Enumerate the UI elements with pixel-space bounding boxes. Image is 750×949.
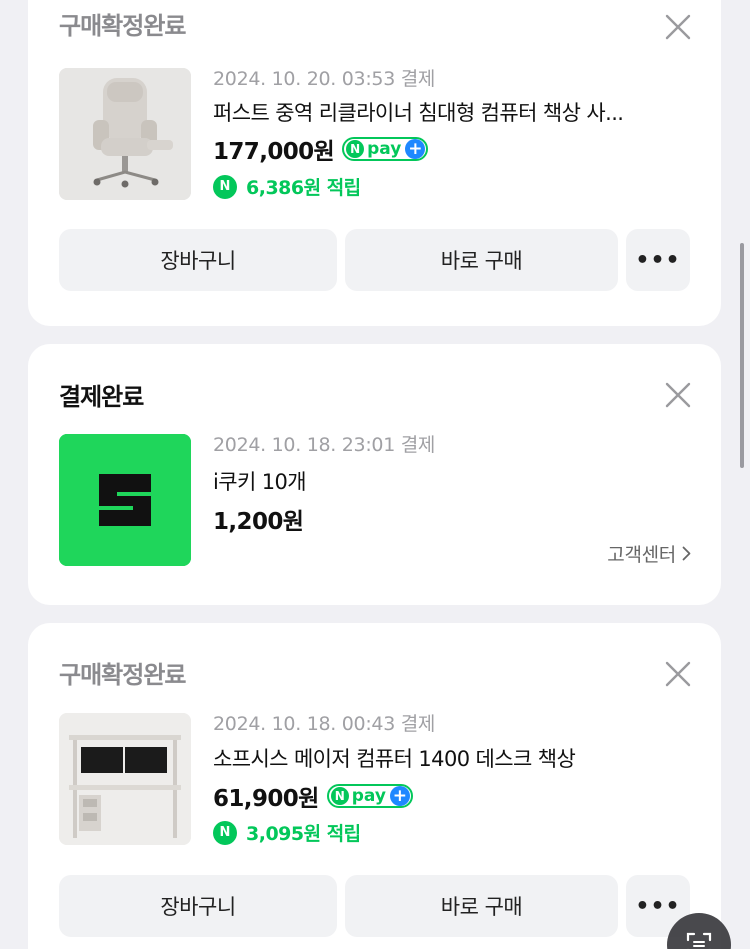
scrollbar[interactable] xyxy=(740,243,744,468)
product-price: 1,200원 xyxy=(213,509,304,535)
order-card: 구매확정완료 2024. 10. 20. 03:53 결제 퍼스트 중역 리클라… xyxy=(28,0,721,326)
close-icon[interactable] xyxy=(665,14,691,40)
npay-label: pay xyxy=(367,139,402,159)
npay-plus-badge: N pay + xyxy=(342,137,429,161)
plus-icon: + xyxy=(405,139,426,159)
price-row: 1,200원 xyxy=(213,502,304,536)
buy-now-button[interactable]: 바로 구매 xyxy=(345,875,618,937)
order-card: 구매확정완료 2024. 10. 18. 00:43 결제 소프시스 메이저 컴… xyxy=(28,623,721,949)
add-to-cart-button[interactable]: 장바구니 xyxy=(59,875,337,937)
reward-amount: 6,386원 적립 xyxy=(246,177,361,199)
npay-n-icon: N xyxy=(330,787,349,805)
npoint-icon: N xyxy=(213,820,237,845)
reward-row: N 6,386원 적립 xyxy=(213,173,361,200)
office-chair-icon xyxy=(59,68,191,200)
add-to-cart-button[interactable]: 장바구니 xyxy=(59,229,337,291)
payment-date: 2024. 10. 18. 00:43 결제 xyxy=(213,713,436,735)
series-s-logo-icon xyxy=(59,434,191,566)
product-title[interactable]: i쿠키 10개 xyxy=(213,466,693,496)
reward-row: N 3,095원 적립 xyxy=(213,819,361,846)
payment-date: 2024. 10. 20. 03:53 결제 xyxy=(213,68,436,90)
product-thumbnail[interactable] xyxy=(59,434,191,566)
npay-label: pay xyxy=(351,786,386,806)
price-row: 177,000원 N pay + xyxy=(213,132,429,166)
npoint-icon: N xyxy=(213,174,237,199)
plus-icon: + xyxy=(389,786,410,806)
order-status: 구매확정완료 xyxy=(59,661,186,689)
price-row: 61,900원 N pay + xyxy=(213,779,413,813)
more-options-button[interactable]: ••• xyxy=(626,229,690,291)
product-thumbnail[interactable] xyxy=(59,713,191,845)
close-icon[interactable] xyxy=(665,661,691,687)
npay-plus-badge: N pay + xyxy=(326,784,413,808)
reward-amount: 3,095원 적립 xyxy=(246,823,361,845)
product-price: 177,000원 xyxy=(213,139,335,165)
product-title[interactable]: 퍼스트 중역 리클라이너 침대형 컴퓨터 책상 사... xyxy=(213,97,693,127)
product-price: 61,900원 xyxy=(213,786,319,812)
npay-n-icon: N xyxy=(346,140,365,158)
order-status: 구매확정완료 xyxy=(59,12,186,40)
order-status: 결제완료 xyxy=(59,383,144,411)
product-thumbnail[interactable] xyxy=(59,68,191,200)
buy-now-button[interactable]: 바로 구매 xyxy=(345,229,618,291)
customer-center-link[interactable]: 고객센터 xyxy=(607,540,691,567)
customer-center-label: 고객센터 xyxy=(607,544,676,566)
payment-date: 2024. 10. 18. 23:01 결제 xyxy=(213,434,436,456)
close-icon[interactable] xyxy=(665,382,691,408)
text-scan-icon xyxy=(686,932,712,949)
product-title[interactable]: 소프시스 메이저 컴퓨터 1400 데스크 책상 xyxy=(213,743,693,773)
computer-desk-icon xyxy=(59,713,191,845)
order-card: 결제완료 2024. 10. 18. 23:01 결제 i쿠키 10개 1,20… xyxy=(28,344,721,605)
chevron-right-icon xyxy=(682,546,691,561)
